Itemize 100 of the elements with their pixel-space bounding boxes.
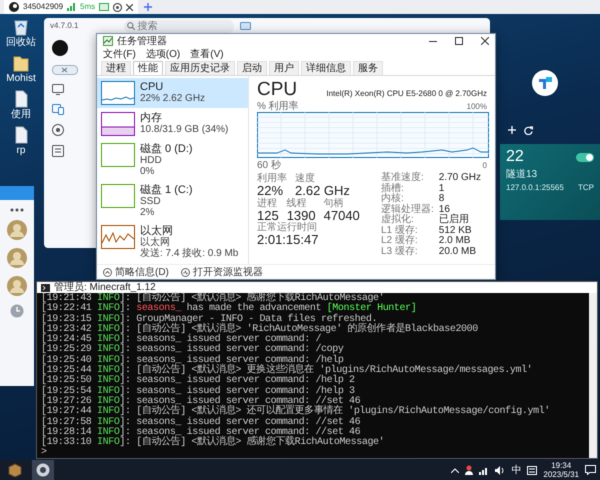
detail-value: 8 bbox=[438, 194, 446, 204]
devices-icon[interactable] bbox=[52, 104, 64, 115]
console-line: [19:27:44 INFO]: [自动公告] <默认消息> 还可以配置更多事情在 'plugins/RichAutoMessage/config.yml' bbox=[41, 407, 551, 418]
console-line: [19:22:41 INFO]: seasons_ has made the advancement [Monster Hunter] bbox=[41, 304, 418, 314]
graph-span-label: 60 秒 bbox=[257, 160, 281, 171]
tab[interactable]: 进程 bbox=[101, 61, 131, 75]
tab[interactable]: 详细信息 bbox=[301, 61, 351, 75]
screen-icon[interactable] bbox=[99, 3, 110, 11]
cpu-title: CPU bbox=[257, 80, 298, 99]
resource-detail: 发送: 7.4 接收: 0.9 Mb bbox=[140, 248, 238, 260]
tunnel-card[interactable]: 22 隧道13 127.0.0.1:25565 TCP bbox=[500, 144, 600, 220]
stat-label: 进程 bbox=[257, 198, 278, 209]
resource-item[interactable]: CPU 22% 2.62 GHz bbox=[97, 78, 248, 108]
avatar-icon[interactable] bbox=[52, 40, 68, 56]
notification-icon[interactable] bbox=[585, 465, 596, 475]
session-tab[interactable]: 345042909 5ms bbox=[4, 0, 138, 14]
detail-value: 1 bbox=[438, 184, 446, 194]
minimize-icon[interactable] bbox=[429, 40, 437, 42]
tab[interactable]: 服务 bbox=[353, 61, 383, 75]
resource-item[interactable]: 磁盘 0 (D:) HDD 0% bbox=[97, 140, 248, 180]
stat-value: 125 bbox=[257, 208, 279, 222]
console-line: [19:25:54 INFO]: seasons_ issued server command: /help 3 bbox=[41, 386, 355, 397]
network-icon[interactable] bbox=[479, 466, 490, 474]
desktop-icon-label[interactable]: 使用 bbox=[11, 109, 31, 120]
detail-label: 逻辑处理器: bbox=[381, 204, 434, 214]
scrollbar[interactable] bbox=[589, 293, 597, 458]
close-icon[interactable] bbox=[126, 4, 134, 10]
resource-item[interactable]: 以太网 以太网 发送: 7.4 接收: 0.9 Mb bbox=[97, 222, 248, 262]
chart-icon bbox=[103, 36, 113, 46]
console-line: [19:23:42 INFO]: [自动公告] <默认消息> 'RichAutoMessage' 的原创作者是Blackbase2000 bbox=[41, 324, 479, 335]
caret-up-icon[interactable] bbox=[451, 468, 460, 472]
graph-max-label: 100% bbox=[466, 103, 487, 112]
monitor-icon bbox=[180, 268, 190, 276]
usage-graph-icon bbox=[101, 225, 135, 250]
app-logo-icon[interactable] bbox=[532, 70, 558, 96]
resource-detail: 0% bbox=[140, 166, 156, 178]
recycle-bin-icon[interactable] bbox=[12, 18, 30, 36]
badge-icon[interactable] bbox=[52, 65, 78, 75]
stat-value: 47040 bbox=[324, 208, 360, 222]
new-tab-icon[interactable] bbox=[144, 3, 152, 11]
footer-link[interactable]: 打开资源监视器 bbox=[180, 266, 263, 278]
search-field[interactable]: 搜索 bbox=[124, 20, 234, 32]
clock-time[interactable]: 19:34 bbox=[551, 461, 572, 470]
resource-name: 磁盘 0 (D:) bbox=[140, 143, 193, 156]
console-line: [19:25:29 INFO]: seasons_ issued server command: /copy bbox=[41, 345, 344, 356]
tunnel-address: 127.0.0.1:25565 bbox=[506, 184, 564, 193]
more-icon[interactable] bbox=[10, 208, 24, 212]
detail-value: 512 KB bbox=[438, 226, 473, 236]
volume-icon[interactable] bbox=[495, 466, 506, 474]
resource-name: 以太网 bbox=[140, 225, 174, 238]
detail-value: 16 bbox=[438, 204, 450, 214]
clock-icon[interactable] bbox=[10, 304, 24, 318]
menu-item[interactable]: 文件(F) bbox=[103, 49, 136, 60]
taskbar-app[interactable] bbox=[32, 460, 54, 480]
desktop-icon-label[interactable]: rp bbox=[16, 145, 26, 156]
toggle-switch[interactable] bbox=[576, 152, 594, 162]
detail-label: L1 缓存: bbox=[381, 226, 419, 236]
console-line: [19:27:58 INFO]: seasons_ issued server command: //set 46 bbox=[41, 418, 362, 428]
clock-date[interactable]: 2023/5/31 bbox=[543, 470, 579, 479]
footer-link[interactable]: 简略信息(D) bbox=[103, 266, 169, 278]
graph-label: % 利用率 bbox=[257, 101, 299, 112]
detail-label: L3 缓存: bbox=[381, 246, 419, 257]
menu-item[interactable]: 选项(O) bbox=[146, 49, 180, 60]
resource-item[interactable]: 内存 10.8/31.9 GB (34%) bbox=[97, 109, 248, 139]
input-method-indicator[interactable]: 中 bbox=[511, 464, 522, 476]
close-icon[interactable] bbox=[481, 37, 489, 45]
desktop-icon-label[interactable]: 回收站 bbox=[6, 37, 36, 48]
target-icon[interactable] bbox=[52, 124, 64, 136]
stat-value: 2:01:15:47 bbox=[257, 233, 318, 247]
maximize-icon[interactable] bbox=[455, 37, 463, 45]
resource-name: 内存 bbox=[140, 112, 163, 124]
stat-label: 句柄 bbox=[324, 198, 345, 209]
console-line: [19:33:10 INFO]: [自动公告] <默认消息> 感谢您下载RichAutoMessage' bbox=[41, 438, 386, 448]
device-icon[interactable] bbox=[240, 22, 252, 30]
stat-label: 线程 bbox=[286, 198, 308, 209]
menu-item[interactable]: 查看(V) bbox=[190, 49, 224, 60]
tab[interactable]: 应用历史记录 bbox=[165, 61, 235, 75]
tab[interactable]: 用户 bbox=[269, 61, 299, 75]
detail-value: 20.0 MB bbox=[438, 246, 478, 257]
stat-value: 1390 bbox=[286, 208, 316, 222]
refresh-icon[interactable] bbox=[524, 126, 533, 135]
folder-icon[interactable] bbox=[12, 54, 30, 72]
console-line: [19:25:50 INFO]: seasons_ issued server command: /help 2 bbox=[41, 376, 356, 386]
resource-item[interactable]: 磁盘 1 (C:) SSD 2% bbox=[97, 181, 248, 222]
tab[interactable]: 启动 bbox=[237, 61, 267, 75]
detail-value: 2.0 MB bbox=[438, 236, 472, 246]
desktop-icon-label[interactable]: Mohist bbox=[6, 73, 36, 84]
person-icon[interactable] bbox=[465, 465, 474, 475]
usage-graph-icon bbox=[101, 143, 135, 167]
add-icon[interactable] bbox=[508, 126, 516, 134]
document-icon[interactable] bbox=[52, 145, 64, 157]
detail-label: 基准速度: bbox=[381, 173, 425, 183]
console-line: [19:21:43 INFO]: [自动公告] <默认消息> 感谢您下载RichAutoMessage' bbox=[41, 294, 384, 304]
monitor-icon[interactable] bbox=[52, 84, 64, 95]
stat-label: 利用率 bbox=[257, 173, 287, 184]
tab[interactable]: 性能 bbox=[133, 61, 163, 75]
usage-graph-icon bbox=[101, 81, 135, 105]
window-title: 管理员: Minecraft_1.12 bbox=[54, 282, 156, 293]
window-title: 任务管理器 bbox=[117, 36, 167, 46]
stat-label: 速度 bbox=[295, 173, 316, 184]
